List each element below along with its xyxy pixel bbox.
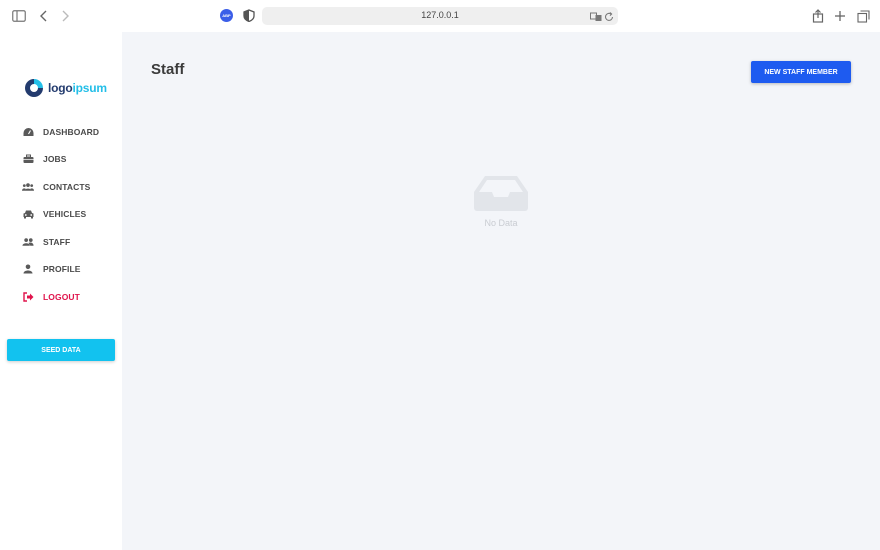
sidebar-item-vehicles[interactable]: VEHICLES [22, 207, 86, 221]
translate-icon[interactable] [590, 10, 602, 22]
seed-data-button[interactable]: SEED DATA [7, 339, 115, 361]
empty-state-text: No Data [484, 218, 518, 228]
user-group-icon [22, 236, 34, 248]
dashboard-icon [22, 126, 34, 138]
logo-mark-icon [25, 79, 43, 97]
logo-text-part1: logo [48, 81, 73, 95]
users-icon [22, 181, 34, 193]
brand-logo[interactable]: logoipsum [24, 76, 107, 100]
sidebar-item-label: VEHICLES [43, 209, 87, 219]
address-bar[interactable]: 127.0.0.1 [262, 7, 618, 25]
tab-overview-icon[interactable] [855, 8, 871, 24]
empty-state: No Data [468, 174, 534, 228]
back-icon[interactable] [36, 8, 52, 24]
privacy-shield-icon[interactable] [243, 9, 255, 23]
url-text: 127.0.0.1 [421, 10, 459, 20]
car-icon [22, 208, 34, 220]
browser-toolbar: ABP 127.0.0.1 [0, 0, 880, 32]
main-content: Staff NEW STAFF MEMBER No Data [122, 32, 880, 550]
page-title: Staff [151, 61, 185, 78]
sidebar: logoipsum DASHBOARD JOBS CONTACTS VEHICL… [0, 32, 122, 550]
extension-badge-text: ABP [222, 13, 231, 18]
sidebar-item-label: STAFF [43, 237, 71, 247]
new-tab-icon[interactable] [832, 8, 848, 24]
sidebar-item-logout[interactable]: LOGOUT [22, 290, 80, 304]
sidebar-item-label: DASHBOARD [43, 127, 100, 137]
briefcase-icon [22, 153, 34, 165]
empty-inbox-icon [474, 176, 528, 211]
sidebar-item-staff[interactable]: STAFF [22, 235, 70, 249]
new-staff-member-button[interactable]: NEW STAFF MEMBER [751, 61, 851, 83]
logo-text: logoipsum [48, 81, 107, 95]
sidebar-item-label: LOGOUT [43, 292, 80, 302]
sidebar-item-jobs[interactable]: JOBS [22, 152, 67, 166]
share-icon[interactable] [810, 8, 826, 24]
logout-icon [22, 291, 34, 303]
reload-icon[interactable] [603, 10, 615, 22]
logo-text-part2: ipsum [72, 81, 108, 95]
sidebar-toggle-icon[interactable] [11, 8, 27, 24]
user-icon [22, 263, 34, 275]
forward-icon[interactable] [57, 8, 73, 24]
sidebar-item-dashboard[interactable]: DASHBOARD [22, 125, 99, 139]
sidebar-item-contacts[interactable]: CONTACTS [22, 180, 90, 194]
adblock-extension-icon[interactable]: ABP [220, 9, 233, 22]
sidebar-item-label: JOBS [43, 154, 67, 164]
sidebar-item-label: CONTACTS [43, 182, 91, 192]
sidebar-item-label: PROFILE [43, 264, 81, 274]
sidebar-item-profile[interactable]: PROFILE [22, 262, 81, 276]
